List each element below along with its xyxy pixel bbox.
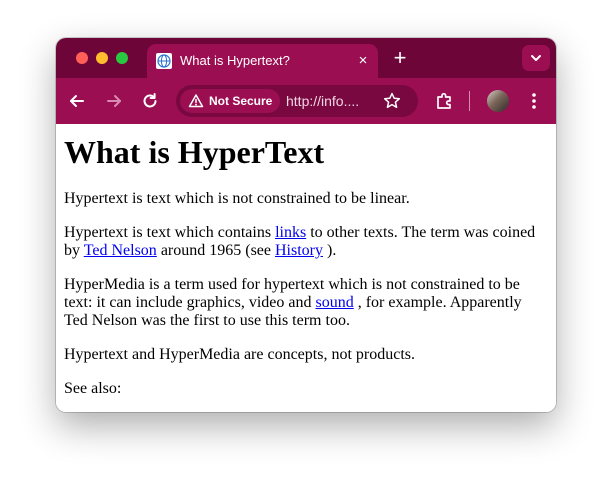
bookmark-star-icon[interactable]	[382, 91, 402, 111]
paragraph-hypermedia: HyperMedia is a term used for hypertext …	[64, 276, 548, 330]
security-label: Not Secure	[209, 94, 273, 108]
globe-icon	[156, 53, 172, 69]
url-text[interactable]: http://info....	[286, 93, 359, 109]
arrow-left-icon	[70, 95, 84, 107]
more-vertical-icon	[532, 93, 536, 109]
new-tab-button[interactable]: +	[389, 47, 411, 70]
arrow-right-icon	[107, 95, 121, 107]
back-button[interactable]	[66, 90, 88, 112]
browser-window: What is Hypertext? × + Not Secure http:/…	[56, 38, 556, 412]
paragraph-links: Hypertext is text which contains links t…	[64, 224, 548, 260]
profile-avatar[interactable]	[487, 90, 509, 112]
link-sound[interactable]: sound	[315, 294, 353, 311]
security-chip[interactable]: Not Secure	[180, 89, 280, 113]
tab-title: What is Hypertext?	[180, 53, 290, 68]
extensions-button[interactable]	[434, 90, 456, 112]
page-content: What is HyperText Hypertext is text whic…	[56, 124, 556, 412]
link-ted-nelson[interactable]: Ted Nelson	[84, 242, 157, 259]
paragraph-definition: Hypertext is text which is not constrain…	[64, 190, 410, 207]
reload-button[interactable]	[139, 90, 161, 112]
reload-icon	[143, 93, 157, 108]
forward-button[interactable]	[103, 90, 125, 112]
tab-strip: What is Hypertext? × +	[56, 38, 556, 78]
paragraph-text: ).	[323, 242, 337, 259]
tab-close-icon[interactable]: ×	[354, 52, 372, 70]
browser-toolbar: Not Secure http://info....	[56, 78, 556, 124]
paragraph-see-also: See also:	[64, 380, 122, 397]
minimize-window-button[interactable]	[96, 52, 108, 64]
tab-active[interactable]: What is Hypertext? ×	[147, 44, 378, 78]
paragraph-text: around 1965 (see	[156, 242, 275, 259]
warning-triangle-icon	[188, 94, 204, 108]
puzzle-piece-icon	[437, 92, 451, 109]
chevron-down-icon	[531, 55, 541, 61]
address-bar[interactable]: Not Secure http://info....	[176, 85, 418, 117]
page-title: What is HyperText	[64, 134, 325, 170]
menu-button[interactable]	[523, 90, 545, 112]
toolbar-separator	[469, 91, 470, 111]
paragraph-text: Hypertext is text which contains	[64, 224, 276, 241]
close-window-button[interactable]	[76, 52, 88, 64]
paragraph-concepts: Hypertext and HyperMedia are concepts, n…	[64, 346, 415, 363]
tab-search-button[interactable]	[522, 45, 550, 71]
maximize-window-button[interactable]	[116, 52, 128, 64]
link-history[interactable]: History	[275, 242, 323, 259]
link-links[interactable]: links	[275, 224, 306, 241]
